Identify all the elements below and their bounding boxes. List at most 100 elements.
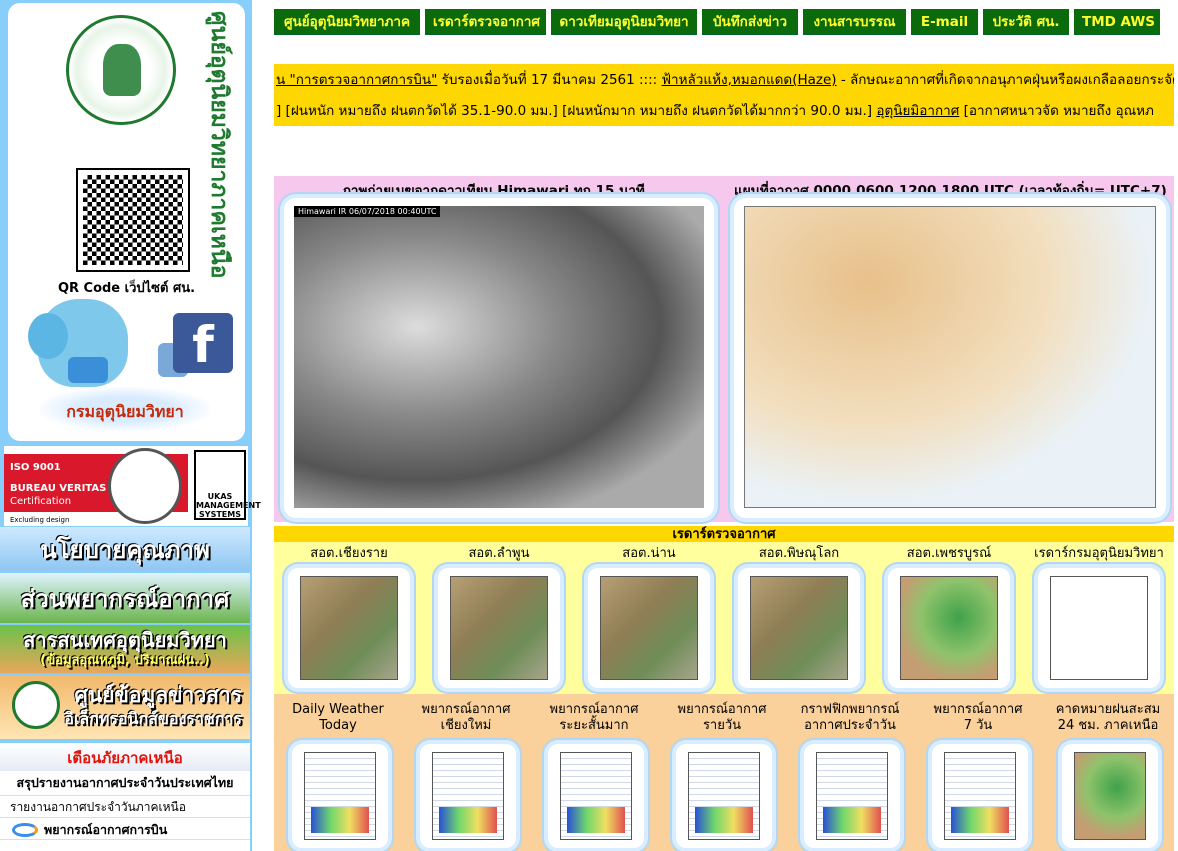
radar-header: เรดาร์ตรวจอากาศ: [274, 526, 1174, 542]
forecast-division-banner[interactable]: ส่วนพยากรณ์อากาศ: [0, 573, 250, 623]
document-image: [432, 752, 504, 840]
document-image: [944, 752, 1016, 840]
product-line2: เชียงใหม่: [440, 718, 492, 733]
document-image: [560, 752, 632, 840]
product-thumbnail-very-short[interactable]: [548, 744, 644, 848]
product-line2: 7 วัน: [963, 718, 993, 733]
sidebar-links: เตือนภัยภาคเหนือ สรุปรายงานอากาศประจำวัน…: [0, 743, 250, 851]
document-image: [688, 752, 760, 840]
rain-map-image: [1074, 752, 1146, 840]
satellite-image-label: Himawari IR 06/07/2018 00:40UTC: [294, 206, 441, 217]
meteorological-department-seal: [66, 15, 176, 125]
product-line2: อากาศประจำวัน: [804, 718, 896, 733]
met-info-banner[interactable]: สารสนเทศอุตุนิยมวิทยา (ข้อมูลอุณหภูมิ, ป…: [0, 625, 250, 673]
met-info-subtitle: (ข้อมูลอุณหภูมิ, ปริมาณฝน..): [40, 653, 210, 668]
nav-history[interactable]: ประวัติ ศน.: [983, 9, 1069, 35]
radar-thumbnail-phitsanulok[interactable]: [738, 568, 860, 688]
nav-radar[interactable]: เรดาร์ตรวจอากาศ: [425, 9, 546, 35]
ticker-line-2: ] [ฝนหนัก หมายถึง ฝนตกวัดได้ 35.1-90.0 ม…: [274, 95, 1174, 126]
product-thumbnail-daily[interactable]: [676, 744, 772, 848]
ticker-link-haze[interactable]: ฟ้าหลัวแห้ง,หมอกแดด(Haze): [662, 72, 837, 88]
center-name-vertical: ศูนย์อุตุนิยมวิทยาภาคเหนือ: [206, 11, 232, 279]
product-label: กราฟฟิกพยากรณ์ อากาศประจำวัน: [786, 702, 914, 734]
main-content: ศูนย์อุตุนิยมวิทยาภาค เรดาร์ตรวจอากาศ ดา…: [262, 0, 1178, 851]
nav-satellite[interactable]: ดาวเทียมอุตุนิยมวิทยา: [551, 9, 697, 35]
nav-news-log[interactable]: บันทึกส่งข่าว: [702, 9, 798, 35]
product-line1: พยากรณ์อากาศ: [421, 702, 511, 717]
qr-code[interactable]: [76, 168, 190, 272]
radar-station-label: เรดาร์กรมอุตุนิยมวิทยา: [1034, 546, 1164, 561]
radar-station-label: สอต.ลำพูน: [468, 546, 530, 561]
product-label: พยากรณ์อากาศ 7 วัน: [914, 702, 1042, 734]
product-line1: คาดหมายฝนสะสม: [1055, 702, 1161, 717]
quality-policy-banner[interactable]: นโยบายคุณภาพ: [0, 527, 250, 571]
ukas-badge: UKAS MANAGEMENT SYSTEMS: [194, 450, 261, 520]
product-line2: Today: [319, 718, 357, 733]
radar-thumbnail-nan[interactable]: [588, 568, 710, 688]
radar-image: [600, 576, 698, 680]
document-image: [304, 752, 376, 840]
nav-documents[interactable]: งานสารบรรณ: [803, 9, 906, 35]
ticker-text-definition: - ลักษณะอากาศที่เกิดจากอนุภาคฝุ่นหรือผงเ…: [836, 72, 1174, 88]
satellite-map-panel: ภาพถ่ายเมฆจากดาวเทียม Himawari ทุก 15 นา…: [274, 176, 1174, 522]
radar-panel: เรดาร์ตรวจอากาศ สอต.เชียงราย สอต.ลำพูน ส…: [274, 526, 1174, 694]
product-thumbnail-graphic[interactable]: [804, 744, 900, 848]
product-line2: รายวัน: [702, 718, 742, 733]
product-line1: พยากรณ์อากาศ: [677, 702, 767, 717]
product-thumbnail-rain-24h[interactable]: [1062, 744, 1158, 848]
left-sidebar: ศูนย์อุตุนิยมวิทยาภาคเหนือ QR Code เว็ปไ…: [0, 0, 261, 851]
ticker-link-meteorology[interactable]: อุตุนิยมิอากาศ: [876, 103, 959, 119]
radar-station-label: สอต.เพชรบูรณ์: [906, 546, 992, 561]
qr-code-label: QR Code เว็ปไซต์ ศน.: [57, 281, 196, 296]
nav-regional-center[interactable]: ศูนย์อุตุนิยมวิทยาภาค: [274, 9, 420, 35]
nav-tmd-aws[interactable]: TMD AWS: [1074, 9, 1160, 35]
elephant-mascot-icon: [28, 299, 128, 387]
met-info-title: สารสนเทศอุตุนิยมวิทยา: [23, 628, 227, 652]
ticker-link-aviation[interactable]: "การตรวจอากาศการบิน": [290, 72, 438, 88]
radar-station-label: สอต.เชียงราย: [310, 546, 388, 561]
product-thumbnail-chiangmai[interactable]: [420, 744, 516, 848]
radar-thumbnail-lamphun[interactable]: [438, 568, 560, 688]
facebook-icon[interactable]: f: [173, 313, 233, 374]
product-line1: พยากรณ์อากาศ: [549, 702, 639, 717]
logo-box: ศูนย์อุตุนิยมวิทยาภาคเหนือ QR Code เว็ปไ…: [8, 3, 245, 441]
radar-image: [450, 576, 548, 680]
radar-thumbnail-phetchabun[interactable]: [888, 568, 1010, 688]
aviation-forecast-label: พยากรณ์อากาศการบิน: [44, 822, 168, 837]
iso-excluding-note: Excluding design: [10, 516, 70, 524]
radar-thumbnail-tmd[interactable]: [1038, 568, 1160, 688]
himawari-satellite-image[interactable]: Himawari IR 06/07/2018 00:40UTC: [294, 206, 704, 508]
north-report-link[interactable]: รายงานอากาศประจำวันภาคเหนือ: [0, 795, 250, 817]
product-label: Daily Weather Today: [274, 702, 402, 734]
government-emblem-icon: [12, 681, 60, 729]
product-label: พยากรณ์อากาศ รายวัน: [658, 702, 786, 734]
forecast-products-panel: Daily Weather Today พยากรณ์อากาศ เชียงใหม่…: [274, 694, 1174, 851]
product-line2: ระยะสั้นมาก: [559, 718, 629, 733]
news-ticker: น "การตรวจอากาศการบิน" รับรองเมื่อวันที่…: [274, 64, 1174, 126]
product-line1: พยากรณ์อากาศ: [933, 702, 1023, 717]
product-label: พยากรณ์อากาศ ระยะสั้นมาก: [530, 702, 658, 734]
product-thumbnail-daily-weather[interactable]: [292, 744, 388, 848]
aviation-forecast-link[interactable]: พยากรณ์อากาศการบิน: [0, 817, 250, 839]
ticker-rain-definitions: ] [ฝนหนัก หมายถึง ฝนตกวัดได้ 35.1-90.0 ม…: [276, 103, 877, 119]
weather-map-image[interactable]: [744, 206, 1156, 508]
nav-email[interactable]: E-mail: [911, 9, 978, 35]
ticker-cold-definition: [อากาศหนาวจัด หมายถึง อุณหภ: [959, 103, 1154, 119]
north-warning-link[interactable]: เตือนภัยภาคเหนือ: [0, 743, 250, 771]
iso-certification-badge: ISO 9001 BUREAU VERITAS Certification UK…: [4, 446, 261, 526]
egov-info-banner[interactable]: ศูนย์ข้อมูลข่าวสาร อิเล็กทรอนิกส์ของราชก…: [0, 675, 250, 739]
aviation-icon: [12, 823, 38, 837]
radar-thumbnail-chiangrai[interactable]: [288, 568, 410, 688]
sidebar-more: [0, 839, 250, 851]
product-thumbnail-7day[interactable]: [932, 744, 1028, 848]
document-image: [816, 752, 888, 840]
radar-station-label: สอต.น่าน: [622, 546, 676, 561]
radar-image: [750, 576, 848, 680]
product-label: คาดหมายฝนสะสม 24 ชม. ภาคเหนือ: [1042, 702, 1174, 734]
tmd-logo[interactable]: กรมอุตุนิยมวิทยา: [40, 387, 210, 431]
ticker-line-1: น "การตรวจอากาศการบิน" รับรองเมื่อวันที่…: [274, 64, 1174, 95]
radar-image: [900, 576, 998, 680]
radar-station-label: สอต.พิษณุโลก: [758, 546, 840, 561]
thailand-summary-link[interactable]: สรุปรายงานอากาศประจำวันประเทศไทย: [0, 771, 250, 795]
product-line1: กราฟฟิกพยากรณ์: [800, 702, 900, 717]
